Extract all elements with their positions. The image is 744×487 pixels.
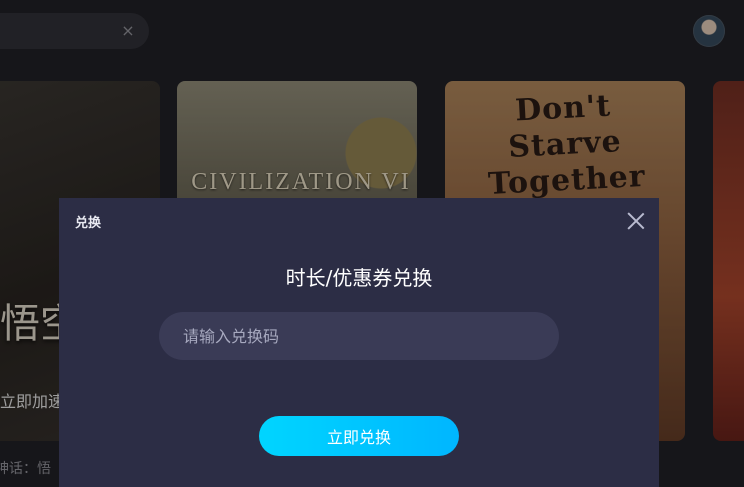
close-icon[interactable]: [627, 212, 645, 230]
redeem-button[interactable]: 立即兑换: [259, 416, 459, 456]
redeem-code-input[interactable]: [159, 312, 559, 360]
redeem-dialog: 兑换 时长/优惠券兑换 立即兑换: [59, 198, 659, 487]
dialog-title: 兑换: [75, 216, 102, 231]
dialog-heading: 时长/优惠券兑换: [285, 266, 433, 290]
